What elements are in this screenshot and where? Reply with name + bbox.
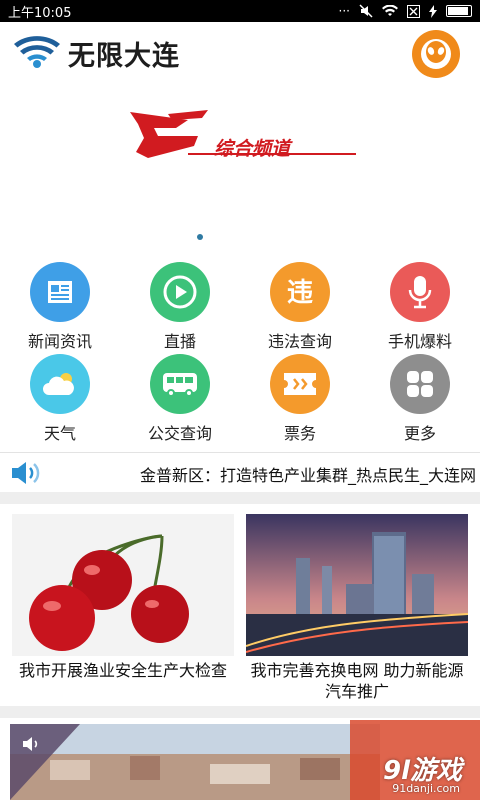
microphone-icon xyxy=(390,262,450,322)
divider xyxy=(0,452,480,453)
status-icons: ··· xyxy=(339,4,472,18)
grid-label: 天气 xyxy=(43,424,76,443)
watermark-url: 91danji.com xyxy=(392,782,460,795)
user-avatar[interactable] xyxy=(412,30,460,78)
ticket-icon xyxy=(270,354,330,414)
wifi-logo-icon xyxy=(14,36,60,68)
grid-label: 公交查询 xyxy=(147,424,212,443)
carousel-indicator[interactable] xyxy=(197,234,203,240)
alien-avatar-icon xyxy=(421,39,451,69)
violation-icon: 违 xyxy=(270,262,330,322)
feature-grid: 新闻资讯 直播 违 违法查询 手机爆料 天气 公交查询 票务 更多 xyxy=(0,262,480,444)
grid-label: 手机爆料 xyxy=(387,332,452,351)
status-time: 上午10:05 xyxy=(8,5,72,21)
close-box-icon xyxy=(407,4,420,18)
battery-icon xyxy=(446,5,472,17)
grid-label: 更多 xyxy=(403,424,436,443)
mute-icon xyxy=(359,4,373,18)
grid-label: 直播 xyxy=(163,332,196,351)
grid-item-bus[interactable]: 公交查询 xyxy=(120,354,240,444)
charging-icon xyxy=(429,4,437,18)
news-ticker[interactable]: 金普新区：打造特色产业集群_热点民生_大连网 xyxy=(0,454,480,490)
grid-item-weather[interactable]: 天气 xyxy=(0,354,120,444)
grid-label: 违法查询 xyxy=(267,332,332,351)
wifi-icon xyxy=(382,5,398,16)
city-night-image xyxy=(246,514,468,656)
grid-item-news[interactable]: 新闻资讯 xyxy=(0,262,120,352)
status-dots: ··· xyxy=(338,4,350,18)
news-card[interactable]: 我市完善充换电网 助力新能源汽车推广 xyxy=(246,514,468,702)
banner-carousel[interactable]: 综合频道 xyxy=(0,82,480,254)
speaker-icon xyxy=(12,462,40,484)
newspaper-icon xyxy=(30,262,90,322)
town-image xyxy=(10,724,380,800)
app-header: 无限大连 xyxy=(0,22,480,82)
more-grid-icon xyxy=(390,354,450,414)
grid-item-live[interactable]: 直播 xyxy=(120,262,240,352)
news-card[interactable]: 我市开展渔业安全生产大检查 xyxy=(12,514,234,681)
cherries-image xyxy=(12,514,234,656)
grid-item-violation[interactable]: 违 违法查询 xyxy=(240,262,360,352)
grid-item-more[interactable]: 更多 xyxy=(360,354,480,444)
grid-item-report[interactable]: 手机爆料 xyxy=(360,262,480,352)
bus-icon xyxy=(150,354,210,414)
status-bar: 上午10:05 ··· xyxy=(0,0,480,22)
play-icon xyxy=(150,262,210,322)
weather-icon xyxy=(30,354,90,414)
grid-label: 票务 xyxy=(283,424,316,443)
banner-channel-text: 综合频道 xyxy=(214,138,291,160)
news-card-title[interactable]: 我市开展渔业安全生产大检查 xyxy=(12,656,234,681)
section-separator xyxy=(0,706,480,718)
svg-text:违: 违 xyxy=(287,278,313,308)
grid-item-ticket[interactable]: 票务 xyxy=(240,354,360,444)
video-card[interactable] xyxy=(10,724,380,800)
speaker-icon xyxy=(23,737,38,751)
grid-label: 新闻资讯 xyxy=(27,332,92,351)
app-title: 无限大连 xyxy=(68,41,180,72)
news-card-title[interactable]: 我市完善充换电网 助力新能源汽车推广 xyxy=(246,656,468,702)
section-separator xyxy=(0,492,480,504)
ticker-headline[interactable]: 金普新区：打造特色产业集群_热点民生_大连网 xyxy=(140,462,476,486)
